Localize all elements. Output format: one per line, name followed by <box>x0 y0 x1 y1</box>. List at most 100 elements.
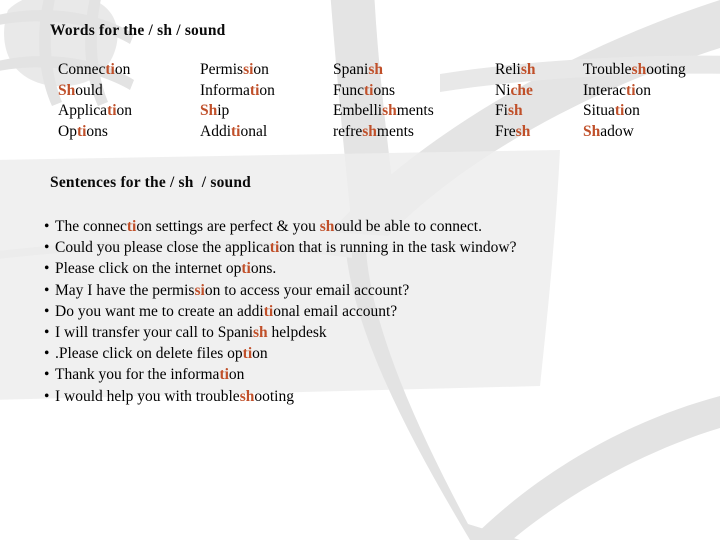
word-highlight: ti <box>626 81 636 99</box>
bullet-icon: • <box>44 387 50 405</box>
word-item: Application <box>58 101 132 122</box>
sentence-item: • Do you want me to create an additional … <box>44 301 516 322</box>
sentence-text: Do you want me to create an addi <box>55 302 264 320</box>
word-item: Fresh <box>495 122 536 143</box>
word-suffix: ons <box>373 81 396 99</box>
slide-canvas: Words for the / sh / sound Connection Sho… <box>0 0 720 540</box>
word-item: Relish <box>495 60 536 81</box>
word-column-5: Troubleshooting Interaction Situation Shado… <box>583 60 686 142</box>
word-prefix: refre <box>333 122 363 140</box>
word-prefix: Situa <box>583 102 615 119</box>
sentence-highlight: ti <box>263 302 274 320</box>
word-prefix: Embelli <box>333 102 383 119</box>
sentence-text: Could you please close the applica <box>55 239 270 257</box>
word-prefix: Interac <box>583 81 627 99</box>
word-column-2: Permission Information Ship Additional <box>200 60 275 142</box>
word-prefix: Op <box>58 122 77 140</box>
word-item: Situation <box>583 101 686 122</box>
sentence-item: • I would help you with troubleshooting <box>44 386 516 407</box>
bullet-icon: • <box>44 239 50 257</box>
word-highlight: sh <box>382 102 397 119</box>
word-highlight: Sh <box>58 81 76 99</box>
word-highlight: ti <box>76 122 87 140</box>
sentence-highlight: sh <box>253 324 268 342</box>
sentence-highlight: sh <box>319 218 335 235</box>
sentence-item: • Thank you for the information <box>44 364 516 385</box>
sentence-item: • The connection settings are perfect & y… <box>44 216 516 237</box>
word-highlight: sh <box>507 102 523 119</box>
word-item: Options <box>58 122 132 143</box>
sentence-text: Please click on the internet op <box>55 260 242 278</box>
word-item: Fish <box>495 101 536 122</box>
sentence-highlight: sh <box>239 387 255 405</box>
word-suffix: on <box>253 61 269 78</box>
word-suffix: on <box>259 81 275 99</box>
word-highlight: sh <box>515 122 531 140</box>
word-prefix: Fi <box>495 102 508 119</box>
word-highlight: si <box>243 61 254 78</box>
word-item: Embellishments <box>333 101 434 122</box>
word-item: Should <box>58 81 132 102</box>
sentences-section-heading: Sentences for the / sh / sound <box>50 174 251 191</box>
word-column-1: Connection Should Application Options <box>58 60 132 142</box>
sentence-list: • The connec ti on settings are perfect & y… <box>44 216 516 407</box>
sentence-text: ons. <box>250 260 277 278</box>
word-suffix: on <box>624 102 640 119</box>
sentence-text: May I have the permis <box>55 281 195 299</box>
word-prefix: Ni <box>495 81 511 99</box>
sentence-item: • I will transfer your call to Spanish he… <box>44 322 516 343</box>
word-highlight: Sh <box>200 102 218 119</box>
word-column-3: Spanish Functions Embellishments refreshmen… <box>333 60 434 142</box>
sentence-text: on settings are perfect & you <box>136 218 320 235</box>
word-prefix: Addi <box>200 122 231 140</box>
word-prefix: Spani <box>333 61 369 78</box>
word-column-4: Relish Niche Fish Fresh <box>495 60 536 142</box>
sentence-highlight: ti <box>219 366 229 384</box>
word-suffix: ments <box>396 102 434 119</box>
sentence-text: ooting <box>254 387 294 405</box>
word-suffix: on <box>116 102 133 119</box>
bullet-icon: • <box>44 302 50 320</box>
sentence-item: • Please click on the internet options. <box>44 258 516 279</box>
word-suffix: ments <box>376 122 414 140</box>
sentence-text: onal email account? <box>273 302 398 320</box>
sentence-text: ould be able to connect. <box>334 218 482 235</box>
word-item: Niche <box>495 81 536 102</box>
sentence-text: on <box>228 366 245 384</box>
sentence-text: The connec <box>55 218 127 235</box>
word-highlight: sh <box>631 61 647 78</box>
sentence-item: • May I have the permission to access you… <box>44 280 516 301</box>
word-highlight: ti <box>107 102 117 119</box>
word-prefix: Fre <box>495 122 516 140</box>
bullet-icon: • <box>44 281 50 299</box>
word-prefix: Reli <box>495 61 521 78</box>
word-item: Information <box>200 81 275 102</box>
sentence-highlight: si <box>194 281 205 299</box>
word-highlight: ti <box>614 102 625 119</box>
bullet-icon: • <box>44 260 50 278</box>
word-highlight: Sh <box>583 122 601 140</box>
words-section-heading: Words for the / sh / sound <box>50 22 226 39</box>
sentence-highlight: ti <box>241 260 251 278</box>
word-suffix: on <box>114 61 131 78</box>
word-highlight: ti <box>249 81 260 99</box>
bullet-icon: • <box>44 366 50 384</box>
slide-content: Words for the / sh / sound Connection Sho… <box>0 0 720 540</box>
word-item: Shadow <box>583 122 686 143</box>
word-suffix: ons <box>86 122 108 140</box>
sentence-highlight: ti <box>269 239 280 257</box>
sentence-text: Thank you for the informa <box>55 366 220 384</box>
bullet-icon: • <box>44 218 50 235</box>
word-prefix: Trouble <box>583 61 632 78</box>
sentence-text: I would help you with trouble <box>55 387 240 405</box>
word-prefix: Informa <box>200 81 250 99</box>
word-highlight: sh <box>362 122 377 140</box>
bullet-icon: • <box>44 324 50 342</box>
word-highlight: che <box>510 81 533 99</box>
word-prefix: Applica <box>58 102 108 119</box>
word-item: Additional <box>200 122 275 143</box>
sentence-text: .Please click on delete files op <box>55 345 243 363</box>
word-suffix: onal <box>240 122 268 140</box>
word-item: Connection <box>58 60 132 81</box>
word-suffix: ooting <box>646 61 686 78</box>
